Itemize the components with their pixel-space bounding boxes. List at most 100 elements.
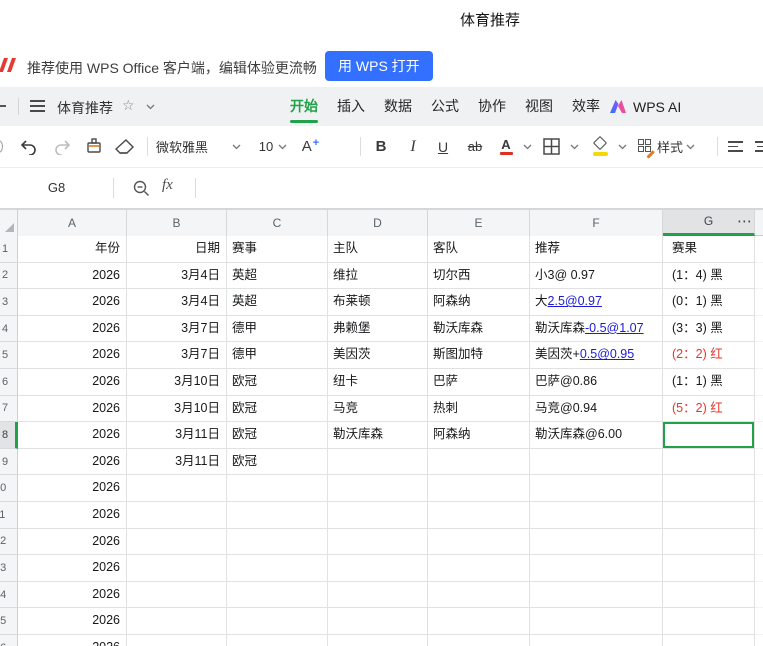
cell-D7[interactable]: 马竞 — [328, 395, 428, 423]
row-header-12[interactable]: 12 — [0, 528, 18, 556]
more-columns-indicator[interactable]: ⋯ — [737, 210, 753, 236]
styles-chevron-icon[interactable] — [686, 144, 695, 150]
cell-C15[interactable] — [227, 608, 328, 635]
row-header-2[interactable]: 2 — [0, 262, 18, 290]
cell-D2[interactable]: 维拉 — [328, 262, 428, 290]
ribbon-tab[interactable]: 开始 — [290, 87, 318, 126]
cell-D12[interactable] — [328, 528, 428, 556]
column-header-D[interactable]: D — [328, 210, 428, 236]
row-header-8[interactable]: 8 — [0, 422, 18, 449]
doc-menu-chevron-icon[interactable] — [146, 104, 155, 110]
cell-A12[interactable]: 2026 — [18, 528, 127, 556]
cell-C16[interactable] — [227, 634, 328, 646]
cell-A4[interactable]: 2026 — [18, 315, 127, 343]
row-header-10[interactable]: 10 — [0, 475, 18, 502]
cell-F11[interactable] — [530, 501, 663, 529]
align-left-button[interactable] — [724, 126, 746, 167]
undo-button[interactable] — [16, 126, 42, 167]
bold-button[interactable]: B — [368, 126, 394, 167]
fx-insert-function-button[interactable]: fx — [162, 177, 173, 194]
cell-hyperlink[interactable]: -0.5@1.07 — [585, 321, 644, 335]
new-sheet-plus-icon[interactable] — [0, 98, 7, 114]
open-in-wps-button[interactable]: 用 WPS 打开 — [325, 51, 433, 81]
row-header-16[interactable]: 16 — [0, 634, 18, 646]
cell-E16[interactable] — [428, 634, 530, 646]
cell-B16[interactable] — [127, 634, 227, 646]
cell-E3[interactable]: 阿森纳 — [428, 289, 530, 316]
cell-F2[interactable]: 小3@ 0.97 — [530, 262, 663, 290]
cell-G4[interactable]: (3：3) 黑 — [663, 315, 755, 343]
cell-D10[interactable] — [328, 475, 428, 502]
cell-G3[interactable]: (0：1) 黑 — [663, 289, 755, 316]
cell-C7[interactable]: 欧冠 — [227, 395, 328, 423]
redo-button[interactable] — [49, 126, 75, 167]
cell-B4[interactable]: 3月7日 — [127, 315, 227, 343]
cell-E9[interactable] — [428, 448, 530, 476]
cell-D5[interactable]: 美因茨 — [328, 342, 428, 369]
cell-G10[interactable] — [663, 475, 755, 502]
font-color-button[interactable]: A — [493, 126, 519, 167]
font-size-chevron-icon[interactable] — [278, 144, 287, 150]
cell-D11[interactable] — [328, 501, 428, 529]
cell-C12[interactable] — [227, 528, 328, 556]
italic-button[interactable]: I — [400, 126, 426, 167]
cell-G2[interactable]: (1：4) 黑 — [663, 262, 755, 290]
cell-F8[interactable]: 勒沃库森@6.00 — [530, 422, 663, 449]
cell-C6[interactable]: 欧冠 — [227, 368, 328, 396]
cell-G6[interactable]: (1：1) 黑 — [663, 368, 755, 396]
cell-A3[interactable]: 2026 — [18, 289, 127, 316]
cell-E10[interactable] — [428, 475, 530, 502]
fill-color-button[interactable] — [588, 126, 614, 167]
cell-C9[interactable]: 欧冠 — [227, 448, 328, 476]
cell-A15[interactable]: 2026 — [18, 608, 127, 635]
cell-C5[interactable]: 德甲 — [227, 342, 328, 369]
cell-E12[interactable] — [428, 528, 530, 556]
cell-E7[interactable]: 热刺 — [428, 395, 530, 423]
row-header-11[interactable]: 11 — [0, 501, 18, 529]
font-color-chevron-icon[interactable] — [523, 144, 532, 150]
increase-font-button[interactable]: A + — [296, 126, 324, 167]
cell-F4[interactable]: 勒沃库森-0.5@1.07 — [530, 315, 663, 343]
cell-A5[interactable]: 2026 — [18, 342, 127, 369]
cell-F16[interactable] — [530, 634, 663, 646]
row-header-13[interactable]: 13 — [0, 555, 18, 582]
cell-E2[interactable]: 切尔西 — [428, 262, 530, 290]
cell-G11[interactable] — [663, 501, 755, 529]
cell-E5[interactable]: 斯图加特 — [428, 342, 530, 369]
cell-F13[interactable] — [530, 555, 663, 582]
cell-G1[interactable]: 赛果 — [663, 236, 755, 263]
cell-C14[interactable] — [227, 581, 328, 609]
underline-button[interactable]: U — [430, 126, 456, 167]
cell-F5[interactable]: 美因茨+0.5@0.95 — [530, 342, 663, 369]
cell-B2[interactable]: 3月4日 — [127, 262, 227, 290]
row-header-1[interactable]: 1 — [0, 236, 18, 263]
cell-D8[interactable]: 勒沃库森 — [328, 422, 428, 449]
cell-E11[interactable] — [428, 501, 530, 529]
cell-B15[interactable] — [127, 608, 227, 635]
cell-G5[interactable]: (2：2) 红 — [663, 342, 755, 369]
cell-D3[interactable]: 布莱顿 — [328, 289, 428, 316]
cell-F9[interactable] — [530, 448, 663, 476]
borders-button[interactable] — [538, 126, 564, 167]
cell-C4[interactable]: 德甲 — [227, 315, 328, 343]
cell-A8[interactable]: 2026 — [18, 422, 127, 449]
cell-B13[interactable] — [127, 555, 227, 582]
cell-B9[interactable]: 3月11日 — [127, 448, 227, 476]
cell-A2[interactable]: 2026 — [18, 262, 127, 290]
cell-C2[interactable]: 英超 — [227, 262, 328, 290]
cell-F10[interactable] — [530, 475, 663, 502]
cell-B3[interactable]: 3月4日 — [127, 289, 227, 316]
cell-B1[interactable]: 日期 — [127, 236, 227, 263]
ribbon-tab[interactable]: 公式 — [431, 87, 459, 126]
row-header-3[interactable]: 3 — [0, 289, 18, 316]
cell-G14[interactable] — [663, 581, 755, 609]
cell-E1[interactable]: 客队 — [428, 236, 530, 263]
cell-B10[interactable] — [127, 475, 227, 502]
column-header-B[interactable]: B — [127, 210, 227, 236]
cell-G16[interactable] — [663, 634, 755, 646]
row-header-4[interactable]: 4 — [0, 315, 18, 343]
row-header-5[interactable]: 5 — [0, 342, 18, 369]
cell-F6[interactable]: 巴萨@0.86 — [530, 368, 663, 396]
row-header-15[interactable]: 15 — [0, 608, 18, 635]
cell-F15[interactable] — [530, 608, 663, 635]
